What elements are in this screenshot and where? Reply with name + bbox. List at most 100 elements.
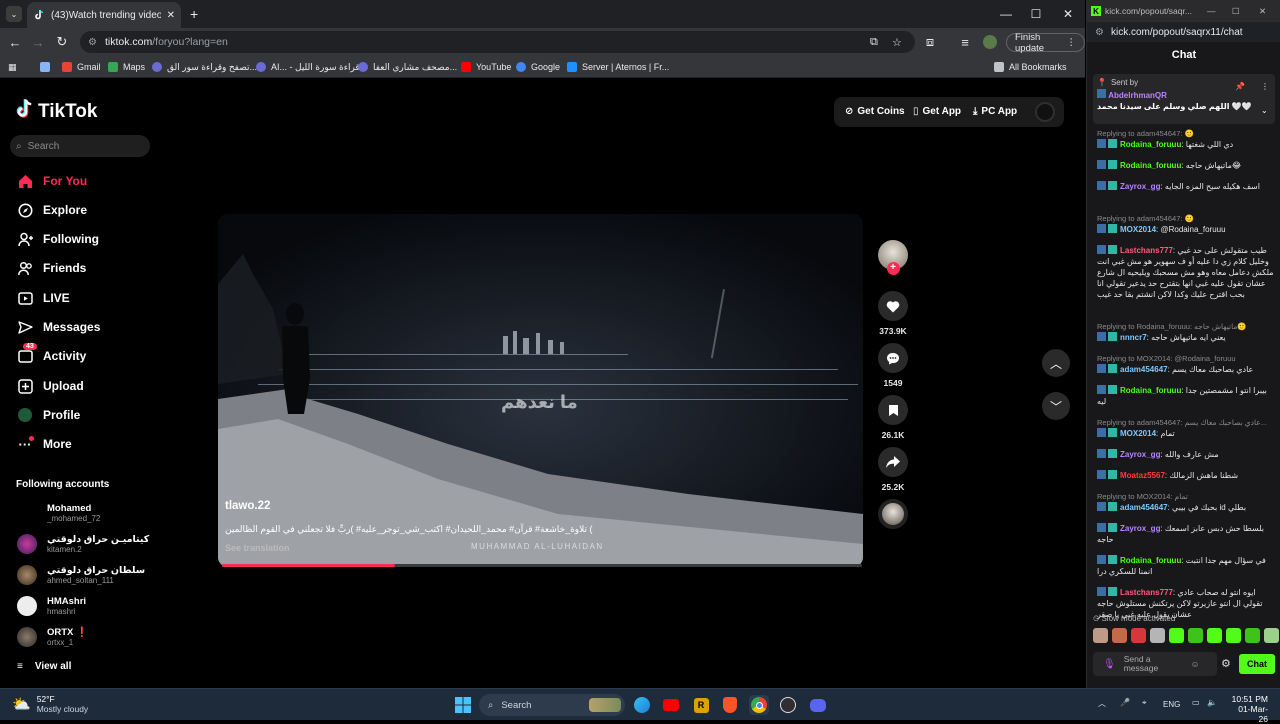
video-player[interactable]: ما نعدهم MUHAMMAD AL-LUHAIDAN	[218, 214, 863, 567]
bookmark-star-icon[interactable]: ☆	[892, 36, 902, 49]
back-icon[interactable]: ←	[5, 32, 25, 52]
follow-plus-icon[interactable]: +	[886, 262, 900, 275]
chat-message[interactable]: Rodaina_foruuu: بيبرا انتو ا مشمصتين جدا…	[1097, 385, 1275, 407]
chat-message[interactable]: Zayrox_gg: اسف هكيله سيح المزه الجايه	[1097, 181, 1275, 192]
finish-update-button[interactable]: Finish update ⋮	[1006, 32, 1085, 54]
bookmark-quran-3[interactable]: مصحف مشاري العفا...	[358, 60, 457, 74]
chat-username[interactable]: Lastchans777	[1120, 246, 1173, 255]
install-app-icon[interactable]: ⧉	[870, 36, 878, 49]
account-item[interactable]: HMAshri hmashri	[17, 596, 86, 616]
settings-gear-icon[interactable]: ⚙	[1221, 657, 1231, 670]
bookmark-youtube[interactable]: YouTube	[461, 60, 511, 74]
account-item[interactable]: سلطان حراق دلوقتي ahmed_soltan_111	[17, 565, 145, 585]
bookmark-google[interactable]: Google	[516, 60, 560, 74]
chat-username[interactable]: Rodaina_foruuu	[1120, 386, 1181, 395]
chat-message[interactable]: Replying to adam454647: عادي بصاحبك معاك…	[1097, 417, 1275, 439]
chat-message[interactable]: Zayrox_gg: بلسطا حش دبس عابز اسمعك حاجه	[1097, 523, 1275, 545]
emote-icon[interactable]	[1150, 628, 1165, 643]
chat-message[interactable]: Replying to adam454647: 🙂 MOX2014: @Rodai…	[1097, 213, 1275, 235]
close-window-icon[interactable]: ✕	[1052, 0, 1084, 28]
nav-friends[interactable]: Friends	[17, 257, 86, 279]
app-r-icon[interactable]: R	[691, 695, 711, 715]
account-item[interactable]: ORTX ❗ ortxx_1	[17, 627, 88, 647]
emote-icon[interactable]	[1112, 628, 1127, 643]
chat-message[interactable]: Rodaina_foruuu: في سؤال مهم جدا انتبت ان…	[1097, 555, 1275, 577]
reload-icon[interactable]: ↻	[52, 32, 72, 52]
bookmark-folder-icon[interactable]	[40, 60, 50, 74]
show-hidden-icons[interactable]: ︿	[1098, 698, 1106, 709]
view-all-button[interactable]: ≡ View all	[17, 661, 71, 672]
emote-icon[interactable]	[1245, 628, 1260, 643]
nav-messages[interactable]: Messages	[17, 316, 100, 338]
start-button[interactable]	[453, 695, 473, 715]
nav-explore[interactable]: Explore	[17, 199, 87, 221]
more-menu-icon[interactable]: ⋮	[1067, 37, 1077, 48]
media-controls-icon[interactable]: ≡	[955, 32, 975, 52]
minimize-icon[interactable]: —	[990, 0, 1022, 28]
all-bookmarks[interactable]: All Bookmarks	[994, 60, 1067, 74]
discord-icon[interactable]	[808, 695, 828, 715]
get-app-button[interactable]: ▯ Get App	[913, 102, 961, 120]
emote-icon[interactable]	[1226, 628, 1241, 643]
search-input[interactable]: ⌕ Search	[10, 135, 150, 157]
nav-upload[interactable]: Upload	[17, 375, 84, 397]
pc-app-button[interactable]: ⤓ PC App	[973, 102, 1017, 120]
chat-username[interactable]: adam454647	[1120, 503, 1168, 512]
nav-for-you[interactable]: For You	[17, 170, 87, 192]
nav-more[interactable]: ··· More	[17, 433, 72, 455]
microphone-tray-icon[interactable]: 🎤	[1120, 698, 1130, 707]
comment-button[interactable]: 1549	[877, 343, 909, 388]
chrome-icon[interactable]	[749, 695, 769, 715]
emote-icon[interactable]	[1169, 628, 1184, 643]
bookmark-gmail[interactable]: Gmail	[62, 60, 101, 74]
maximize-icon[interactable]: ☐	[1020, 0, 1052, 28]
get-coins-button[interactable]: ⊘ Get Coins	[845, 102, 905, 120]
extensions-icon[interactable]: ⧈	[920, 32, 940, 52]
save-button[interactable]: 26.1K	[877, 395, 909, 440]
account-item[interactable]: Mohamed _mohamed_72	[17, 503, 100, 523]
tiktok-logo[interactable]: TikTok	[16, 99, 97, 125]
music-disc-button[interactable]	[877, 499, 909, 529]
forward-icon[interactable]: →	[28, 32, 48, 52]
chat-username[interactable]: nnncr7	[1120, 333, 1147, 342]
emote-icon[interactable]	[1207, 628, 1222, 643]
see-translation-link[interactable]: See translation	[225, 543, 290, 553]
bookmark-quran-1[interactable]: تصفح وقراءة سور الق...	[152, 60, 257, 74]
video-progress-bar[interactable]	[222, 564, 862, 567]
minimize-icon[interactable]: —	[1207, 6, 1216, 16]
chat-username[interactable]: Zayrox_gg	[1120, 524, 1160, 533]
chat-message[interactable]: Replying to MOX2014: تمام adam454647: بحب…	[1097, 491, 1275, 513]
site-info-icon[interactable]: ⚙	[88, 37, 97, 48]
microphone-icon[interactable]: 🎙	[1103, 659, 1116, 669]
nav-activity[interactable]: 43 Activity	[17, 343, 86, 367]
nav-profile[interactable]: Profile	[17, 404, 80, 426]
apps-icon[interactable]: ▦	[8, 60, 17, 74]
profile-avatar-icon[interactable]	[980, 32, 1000, 52]
chat-username[interactable]: MOX2014	[1120, 225, 1156, 234]
bookmark-maps[interactable]: Maps	[108, 60, 145, 74]
emoji-icon[interactable]: ☺	[1191, 659, 1200, 669]
volume-icon[interactable]: 🔈	[1207, 698, 1217, 707]
kick-url-bar[interactable]: ⚙ kick.com/popout/saqrx11/chat	[1087, 22, 1280, 42]
emote-icon[interactable]	[1131, 628, 1146, 643]
maximize-icon[interactable]: ☐	[1232, 6, 1240, 17]
network-icon[interactable]: ▭	[1192, 698, 1200, 707]
emote-icon[interactable]	[1188, 628, 1203, 643]
account-item[interactable]: كيتاميـن حراق دلوقتي kitamen.2	[17, 534, 149, 554]
send-message-input[interactable]: 🎙 Send a message ☺	[1093, 652, 1217, 676]
more-options-icon[interactable]: ⋮	[1261, 82, 1269, 91]
chat-message[interactable]: Replying to MOX2014: @Rodaina_foruuu adam…	[1097, 353, 1275, 375]
nav-live[interactable]: LIVE	[17, 287, 70, 309]
next-video-button[interactable]: ﹀	[1042, 392, 1070, 420]
chat-message[interactable]: Replying to Rodaina_foruuu: ماتيهاش حاجه…	[1097, 321, 1275, 343]
share-button[interactable]: 25.2K	[877, 447, 909, 492]
bookmark-quran-2[interactable]: AI... - قراءة سورة الليل	[256, 60, 360, 74]
brave-icon[interactable]	[720, 695, 740, 715]
location-tray-icon[interactable]: ⌖	[1142, 698, 1147, 708]
user-avatar[interactable]	[1035, 102, 1055, 122]
tab-search-button[interactable]: ⌄	[6, 6, 22, 22]
new-tab-icon[interactable]: +	[190, 6, 198, 22]
previous-video-button[interactable]: ︿	[1042, 349, 1070, 377]
language-indicator[interactable]: ENG	[1163, 700, 1180, 709]
chat-message[interactable]: Zayrox_gg: مش عارف والله	[1097, 449, 1275, 460]
